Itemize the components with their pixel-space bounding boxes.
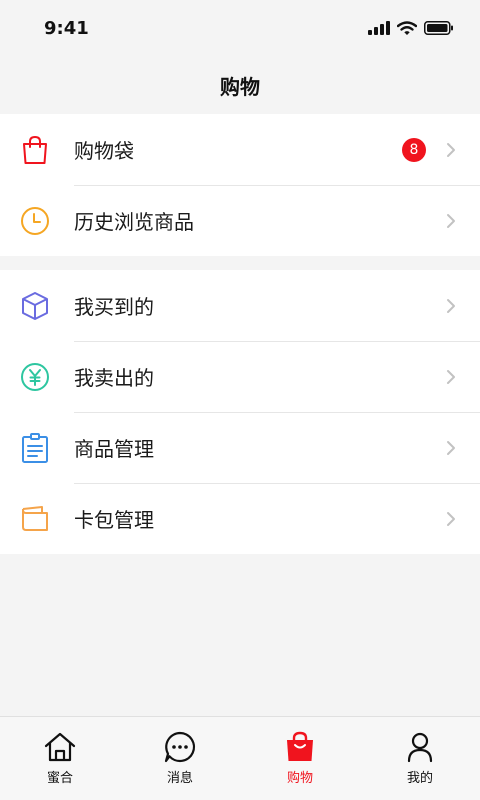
menu-group-orders: 我买到的 我卖出的 商品管理 卡包管理	[0, 270, 480, 554]
status-time: 9:41	[44, 17, 89, 39]
chat-icon	[163, 730, 197, 764]
menu-item-label: 商品管理	[74, 437, 154, 461]
menu-item-sold[interactable]: 我卖出的	[0, 341, 480, 412]
tab-label: 蜜合	[46, 771, 73, 786]
cart-count-badge: 8	[402, 137, 426, 162]
tab-bar: 蜜合 消息 购物 我的	[0, 716, 480, 800]
wifi-icon	[397, 20, 417, 35]
box-icon	[17, 288, 53, 324]
chevron-right-icon	[444, 211, 458, 231]
menu-group-shopping: 购物袋 8 历史浏览商品	[0, 114, 480, 256]
chevron-right-icon	[444, 296, 458, 316]
card-wallet-icon	[17, 501, 53, 537]
menu-item-label: 历史浏览商品	[74, 210, 194, 234]
tab-label: 购物	[286, 771, 313, 786]
chevron-right-icon	[444, 509, 458, 529]
cellular-signal-icon	[368, 21, 390, 35]
menu-item-label: 我买到的	[74, 295, 154, 319]
person-icon	[403, 730, 437, 764]
menu-item-purchased[interactable]: 我买到的	[0, 270, 480, 341]
tab-messages[interactable]: 消息	[120, 717, 240, 800]
status-icons	[368, 20, 454, 36]
menu-item-card-wallet[interactable]: 卡包管理	[0, 483, 480, 554]
menu-item-product-management[interactable]: 商品管理	[0, 412, 480, 483]
clipboard-icon	[17, 430, 53, 466]
chevron-right-icon	[444, 438, 458, 458]
tab-label: 我的	[406, 771, 433, 786]
tab-shopping[interactable]: 购物	[240, 717, 360, 800]
battery-icon	[424, 21, 453, 35]
menu-item-label: 卡包管理	[74, 508, 154, 532]
menu-item-label: 购物袋	[74, 139, 134, 163]
menu-item-label: 我卖出的	[74, 366, 154, 390]
status-bar: 9:41	[0, 0, 480, 56]
shopping-bag-icon	[283, 730, 317, 764]
yen-icon	[17, 359, 53, 395]
chevron-right-icon	[444, 367, 458, 387]
home-icon	[43, 730, 77, 764]
tab-home[interactable]: 蜜合	[0, 717, 120, 800]
shopping-bag-icon	[17, 132, 53, 168]
chevron-right-icon	[444, 140, 458, 160]
tab-label: 消息	[166, 771, 193, 786]
menu-item-shopping-bag[interactable]: 购物袋 8	[0, 114, 480, 185]
clock-icon	[17, 203, 53, 239]
tab-profile[interactable]: 我的	[360, 717, 480, 800]
nav-bar: 购物	[0, 56, 480, 114]
menu-item-browse-history[interactable]: 历史浏览商品	[0, 185, 480, 256]
page-title: 购物	[220, 74, 260, 99]
